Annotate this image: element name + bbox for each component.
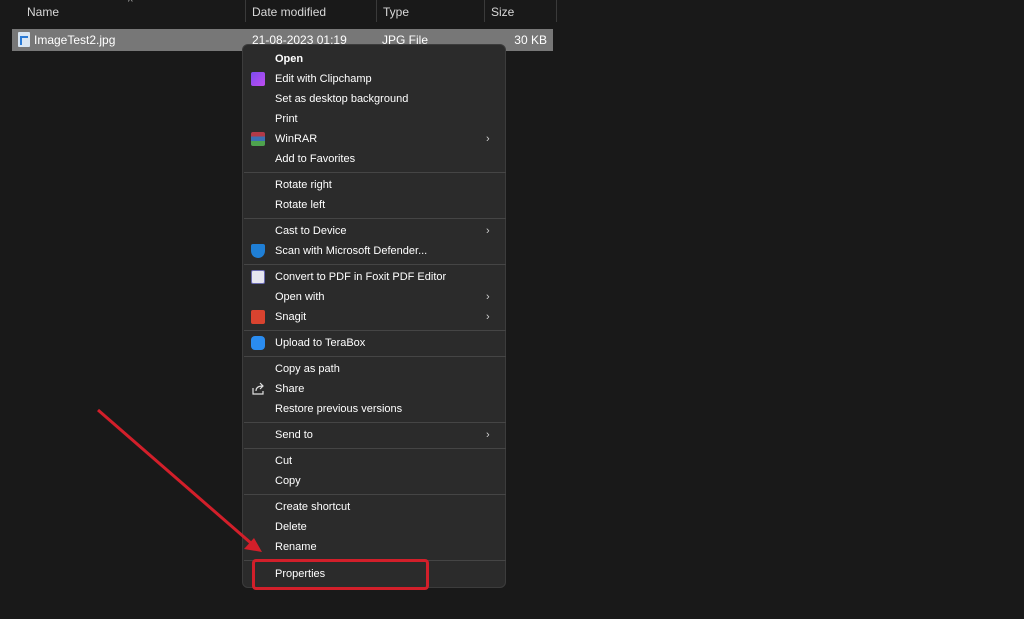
red-arrow-annotation <box>97 408 262 552</box>
